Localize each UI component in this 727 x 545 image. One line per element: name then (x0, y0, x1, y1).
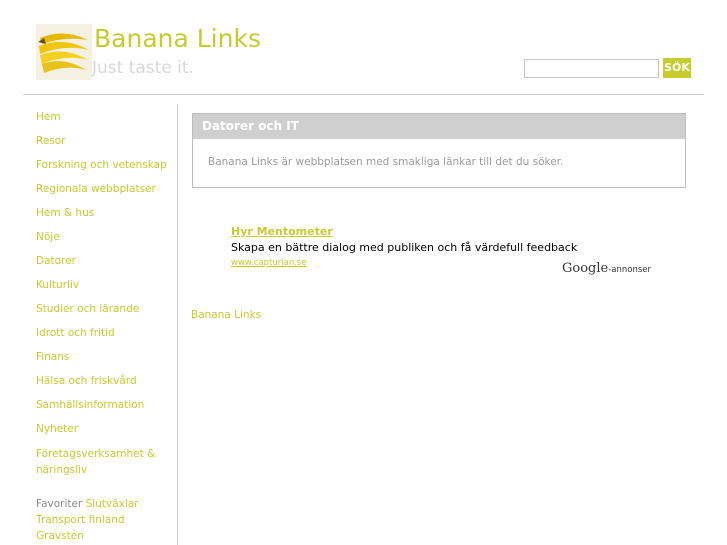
google-ads-badge[interactable]: Google-annonser (562, 261, 651, 276)
ads-label: -annonser (608, 265, 651, 275)
sidebar-item-kulturliv[interactable]: Kulturliv (36, 278, 172, 292)
sidebar-item-idrott[interactable]: Idrott och fritid (36, 326, 172, 340)
favoriter-section: Favoriter Slutväxlar Transport finland G… (36, 496, 172, 544)
sidebar-item-hem[interactable]: Hem (36, 110, 172, 124)
ad-description: Skapa en bättre dialog med publiken och … (231, 241, 578, 254)
ad-url-link[interactable]: www.capturian.se (231, 258, 307, 268)
sidebar-item-hem-hus[interactable]: Hem & hus (36, 206, 172, 220)
favoriter-link-gravsten[interactable]: Gravsten (36, 530, 84, 542)
sidebar-item-resor[interactable]: Resor (36, 134, 172, 148)
sidebar-divider (177, 104, 178, 545)
ad-title-link[interactable]: Hyr Mentometer (231, 225, 333, 238)
sidebar-item-studier[interactable]: Studier och lärande (36, 302, 172, 316)
header-divider (23, 94, 704, 95)
banana-logo[interactable] (36, 24, 92, 80)
favoriter-link-slutvaxlar[interactable]: Slutväxlar (86, 498, 139, 510)
search-button[interactable]: SÖK (663, 58, 691, 78)
sidebar-item-regionala[interactable]: Regionala webbplatser (36, 182, 172, 196)
favoriter-label: Favoriter (36, 498, 83, 510)
sidebar-item-noje[interactable]: Nöje (36, 230, 172, 244)
sidebar-item-nyheter[interactable]: Nyheter (36, 422, 172, 436)
sidebar-item-halsa[interactable]: Hälsa och friskvård (36, 374, 172, 388)
site-title[interactable]: Banana Links (94, 24, 261, 53)
search-input[interactable] (524, 59, 659, 78)
sidebar-nav: Hem Resor Forskning och vetenskap Region… (36, 110, 172, 478)
sidebar-item-forskning[interactable]: Forskning och vetenskap (36, 158, 172, 172)
sidebar-item-foretagsverksamhet[interactable]: Företagsverksamhet & näringsliv (36, 446, 172, 478)
category-box: Datorer och IT Banana Links är webbplats… (192, 113, 686, 188)
category-description: Banana Links är webbplatsen med smakliga… (208, 156, 564, 168)
sidebar-item-finans[interactable]: Finans (36, 350, 172, 364)
sidebar-item-datorer[interactable]: Datorer (36, 254, 172, 268)
favoriter-link-transport[interactable]: Transport finland (36, 514, 125, 526)
google-ad: Hyr Mentometer Skapa en bättre dialog me… (227, 223, 653, 278)
site-slogan: Just taste it. (92, 58, 194, 78)
category-title: Datorer och IT (193, 114, 685, 139)
footer-link[interactable]: Banana Links (191, 309, 261, 321)
sidebar-item-samhallsinformation[interactable]: Samhällsinformation (36, 398, 172, 412)
google-logo: Google (561, 261, 609, 276)
